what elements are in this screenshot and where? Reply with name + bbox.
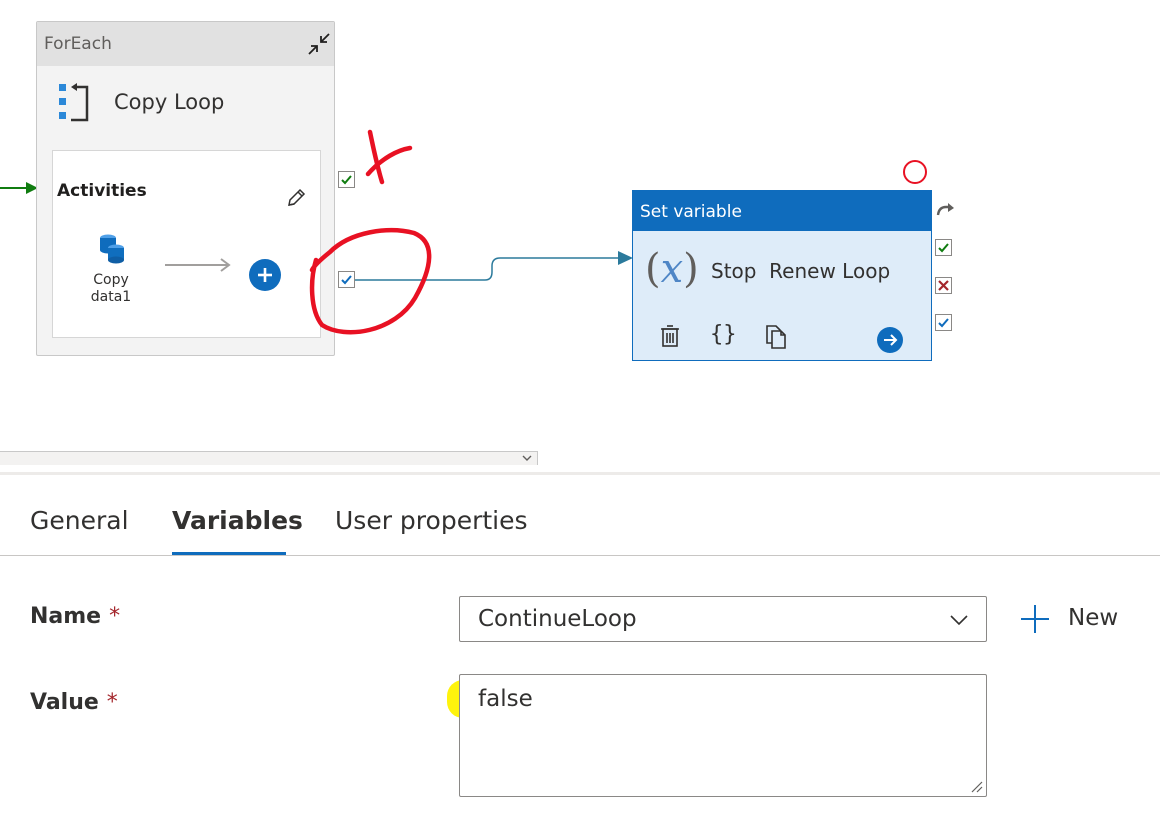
value-field-label: Value *: [30, 690, 118, 715]
fx-open-paren: (: [645, 246, 661, 292]
variable-name-dropdown[interactable]: ContinueLoop: [459, 596, 987, 642]
required-asterisk: *: [109, 604, 121, 629]
variable-value-textarea[interactable]: false: [459, 674, 987, 797]
failure-x-icon[interactable]: [935, 277, 952, 294]
tab-variables[interactable]: Variables: [172, 506, 303, 535]
add-plus-icon[interactable]: [1019, 603, 1051, 635]
fx-variable-glyph: x: [660, 246, 684, 292]
activity-connector[interactable]: [350, 250, 640, 290]
completion-checkbox-icon[interactable]: [935, 314, 952, 331]
fx-close-paren: ): [683, 246, 699, 292]
skip-redo-icon[interactable]: [935, 202, 954, 219]
incoming-connector: [0, 180, 40, 196]
copy-activity-name-line2: data1: [90, 289, 132, 305]
foreach-type-label: ForEach: [44, 34, 112, 54]
foreach-loop-icon: [57, 80, 93, 126]
edit-pencil-icon[interactable]: [285, 187, 307, 209]
variable-fx-icon: (x): [645, 246, 699, 292]
value-label-text: Value: [30, 690, 99, 715]
foreach-header: ForEach: [37, 22, 334, 66]
add-activity-plus-icon[interactable]: [249, 259, 281, 291]
variable-value-text: false: [478, 686, 533, 712]
go-to-arrow-icon[interactable]: [877, 327, 903, 353]
copy-activity-name-line1: Copy: [93, 272, 129, 288]
set-variable-type-label: Set variable: [640, 202, 742, 222]
code-braces-icon[interactable]: {}: [710, 322, 737, 348]
copy-activity-name[interactable]: Copy data1: [73, 272, 149, 306]
canvas-horizontal-scrollbar[interactable]: [0, 451, 538, 465]
activities-label: Activities: [57, 181, 147, 201]
success-checkbox-icon[interactable]: [338, 171, 355, 188]
set-variable-activity[interactable]: Set variable (x) Stop Renew Loop {}: [632, 190, 932, 361]
new-variable-button[interactable]: New: [1068, 605, 1118, 631]
tab-user-properties[interactable]: User properties: [335, 506, 528, 535]
activities-container[interactable]: Activities Copy data1: [52, 150, 321, 338]
copy-data-database-icon[interactable]: [98, 233, 126, 265]
chevron-down-icon: [948, 609, 970, 631]
tab-general[interactable]: General: [30, 506, 129, 535]
copy-icon[interactable]: [763, 323, 789, 349]
resize-grip-icon[interactable]: [968, 778, 984, 794]
required-asterisk: *: [106, 690, 118, 715]
arrow-right-icon: [165, 257, 233, 273]
collapse-icon[interactable]: [305, 30, 333, 58]
name-label-text: Name: [30, 604, 102, 629]
success-checkbox-icon[interactable]: [935, 239, 952, 256]
foreach-activity-name: Copy Loop: [114, 90, 225, 114]
tabs-divider: [0, 555, 1160, 556]
name-field-label: Name *: [30, 604, 120, 629]
variable-name-value: ContinueLoop: [478, 606, 637, 632]
delete-trash-icon[interactable]: [657, 323, 683, 349]
set-variable-activity-name: Stop Renew Loop: [711, 259, 891, 283]
panel-splitter[interactable]: [0, 472, 1160, 475]
set-variable-header: Set variable: [633, 191, 931, 231]
foreach-activity[interactable]: ForEach Copy Loop Activities Copy data1: [36, 21, 335, 356]
